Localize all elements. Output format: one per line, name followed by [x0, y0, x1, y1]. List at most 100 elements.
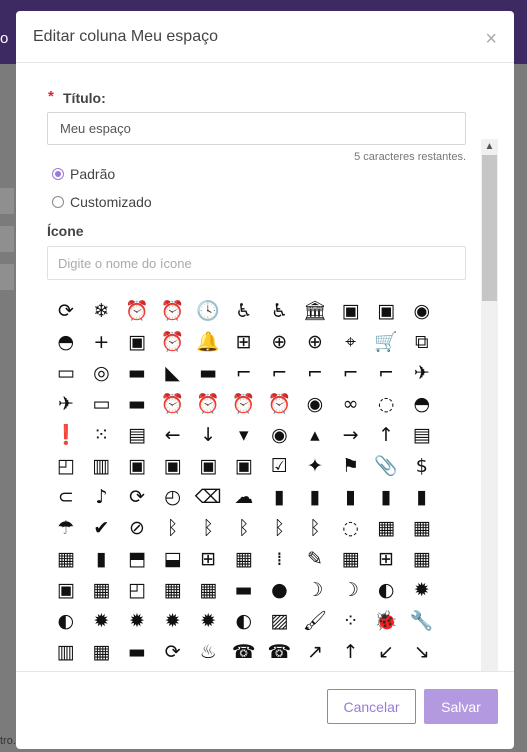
branding-watermark-icon[interactable]: ▬: [226, 575, 262, 606]
battery-alert-icon[interactable]: ▮: [262, 482, 298, 513]
alarm-off-icon[interactable]: ⏰: [226, 389, 262, 420]
bookmark-icon[interactable]: ⬒: [119, 544, 155, 575]
call-end-icon[interactable]: ☎: [262, 637, 298, 668]
assistant-photo-icon[interactable]: ⚑: [333, 451, 369, 482]
burst-mode-icon[interactable]: ▥: [48, 637, 84, 668]
title-input[interactable]: [47, 112, 466, 145]
art-track-icon[interactable]: ▤: [404, 420, 440, 451]
cached-icon[interactable]: ⟳: [155, 637, 191, 668]
call-missed-outgoing-icon[interactable]: ↘: [404, 637, 440, 668]
add-shopping-cart-icon[interactable]: 🛒: [368, 327, 404, 358]
3d-rotation-icon[interactable]: ⟳: [48, 296, 84, 327]
border-color-icon[interactable]: ✎: [297, 544, 333, 575]
backup-icon[interactable]: ☁: [226, 482, 262, 513]
border-bottom-icon[interactable]: ▦: [226, 544, 262, 575]
add-icon[interactable]: +: [84, 327, 120, 358]
adjust-icon[interactable]: ◎: [84, 358, 120, 389]
call-missed-icon[interactable]: ↙: [368, 637, 404, 668]
attach-file-icon[interactable]: 📎: [368, 451, 404, 482]
brightness-low-icon[interactable]: ✹: [190, 606, 226, 637]
battery-unknown-icon[interactable]: ▮: [404, 482, 440, 513]
access-time-icon[interactable]: 🕓: [190, 296, 226, 327]
account-balance-wallet-icon[interactable]: ▣: [333, 296, 369, 327]
call-icon[interactable]: ☎: [226, 637, 262, 668]
airline-seat-legroom-reduced-icon[interactable]: ⌐: [297, 358, 333, 389]
airline-seat-flat-angled-icon[interactable]: ◣: [155, 358, 191, 389]
border-right-icon[interactable]: ▦: [84, 575, 120, 606]
radio-button-checked[interactable]: [52, 168, 64, 180]
icon-search-input[interactable]: [47, 246, 466, 280]
scroll-up-arrow-icon[interactable]: ▲: [481, 139, 498, 154]
bug-report-icon[interactable]: 🐞: [368, 606, 404, 637]
accessibility-icon[interactable]: ♿: [226, 296, 262, 327]
brightness-auto-icon[interactable]: ✹: [119, 606, 155, 637]
airline-seat-individual-suite-icon[interactable]: ▬: [190, 358, 226, 389]
assignment-returned-icon[interactable]: ▣: [226, 451, 262, 482]
border-all-icon[interactable]: ⊞: [190, 544, 226, 575]
border-left-icon[interactable]: ▦: [404, 544, 440, 575]
save-button[interactable]: Salvar: [424, 689, 498, 724]
brightness-4-icon[interactable]: ◐: [368, 575, 404, 606]
announcement-icon[interactable]: ❗: [48, 420, 84, 451]
add-to-queue-icon[interactable]: ▭: [48, 358, 84, 389]
alarm-on-icon[interactable]: ⏰: [262, 389, 298, 420]
airline-seat-recline-extra-icon[interactable]: ⌐: [333, 358, 369, 389]
radio-button[interactable]: [52, 196, 64, 208]
airport-shuttle-icon[interactable]: ▬: [119, 389, 155, 420]
airline-seat-recline-normal-icon[interactable]: ⌐: [368, 358, 404, 389]
brightness-high-icon[interactable]: ✹: [155, 606, 191, 637]
battery-std-icon[interactable]: ▮: [368, 482, 404, 513]
call-made-icon[interactable]: ↗: [297, 637, 333, 668]
assignment-late-icon[interactable]: ▣: [155, 451, 191, 482]
assessment-icon[interactable]: ▥: [84, 451, 120, 482]
battery-charging-full-icon[interactable]: ▮: [297, 482, 333, 513]
blur-off-icon[interactable]: ▦: [404, 513, 440, 544]
beach-access-icon[interactable]: ☂: [48, 513, 84, 544]
account-balance-icon[interactable]: 🏛: [297, 296, 333, 327]
bluetooth-icon[interactable]: ᛒ: [155, 513, 191, 544]
assistant-icon[interactable]: ✦: [297, 451, 333, 482]
scrollbar-thumb[interactable]: [482, 155, 497, 301]
backspace-icon[interactable]: ⌫: [190, 482, 226, 513]
broken-image-icon[interactable]: ▨: [262, 606, 298, 637]
radio-padrao[interactable]: Padrão: [52, 166, 115, 182]
airplay-icon[interactable]: ▭: [84, 389, 120, 420]
brightness-7-icon[interactable]: ✹: [84, 606, 120, 637]
add-location-icon[interactable]: ⌖: [333, 327, 369, 358]
cake-icon[interactable]: ♨: [190, 637, 226, 668]
arrow-drop-down-icon[interactable]: ▾: [226, 420, 262, 451]
bookmark-border-icon[interactable]: ⬓: [155, 544, 191, 575]
brightness-1-icon[interactable]: ●: [262, 575, 298, 606]
add-box-icon[interactable]: ⊞: [226, 327, 262, 358]
call-merge-icon[interactable]: ↑: [333, 637, 369, 668]
airplanemode-active-icon[interactable]: ✈: [404, 358, 440, 389]
bubble-chart-icon[interactable]: ⁘: [333, 606, 369, 637]
blur-on-icon[interactable]: ▦: [48, 544, 84, 575]
account-circle-icon[interactable]: ◉: [404, 296, 440, 327]
beenhere-icon[interactable]: ✔: [84, 513, 120, 544]
scrollbar[interactable]: ▲ ▼: [481, 139, 498, 671]
add-to-photos-icon[interactable]: ⧉: [404, 327, 440, 358]
border-inner-icon[interactable]: ⊞: [368, 544, 404, 575]
accessible-icon[interactable]: ♿: [262, 296, 298, 327]
business-center-icon[interactable]: ▬: [119, 637, 155, 668]
arrow-downward-icon[interactable]: ↓: [190, 420, 226, 451]
build-icon[interactable]: 🔧: [404, 606, 440, 637]
assignment-icon[interactable]: ▣: [119, 451, 155, 482]
brightness-5-icon[interactable]: ✹: [404, 575, 440, 606]
attach-money-icon[interactable]: $: [404, 451, 440, 482]
account-box-icon[interactable]: ▣: [368, 296, 404, 327]
alarm-add-icon[interactable]: ⏰: [190, 389, 226, 420]
border-horizontal-icon[interactable]: ▦: [333, 544, 369, 575]
brightness-3-icon[interactable]: ☽: [333, 575, 369, 606]
bluetooth-searching-icon[interactable]: ᛒ: [297, 513, 333, 544]
bluetooth-disabled-icon[interactable]: ᛒ: [262, 513, 298, 544]
blur-circular-icon[interactable]: ◌: [333, 513, 369, 544]
border-clear-icon[interactable]: ⁞: [262, 544, 298, 575]
add-a-photo-icon[interactable]: ▣: [119, 327, 155, 358]
album-icon[interactable]: ◉: [297, 389, 333, 420]
border-top-icon[interactable]: ▦: [155, 575, 191, 606]
business-icon[interactable]: ▦: [84, 637, 120, 668]
airline-seat-legroom-normal-icon[interactable]: ⌐: [262, 358, 298, 389]
brush-icon[interactable]: 🖌: [297, 606, 333, 637]
